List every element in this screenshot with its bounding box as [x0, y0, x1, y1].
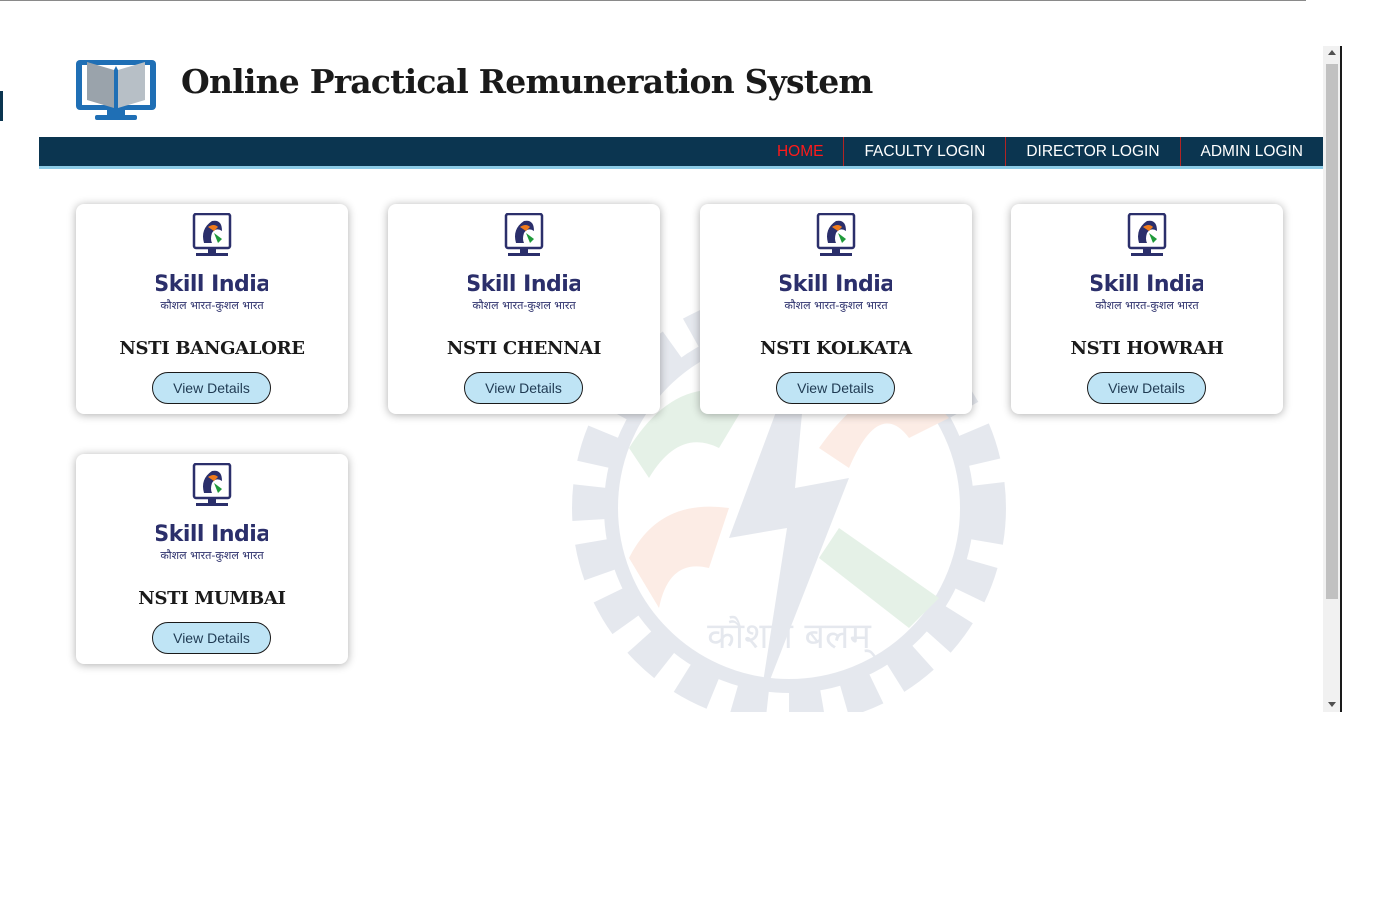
skill-india-tagline-text: कौशल भारत-कुशल भारत — [1095, 299, 1199, 312]
skill-india-tagline-text: कौशल भारत-कुशल भारत — [160, 549, 264, 562]
page-title: Online Practical Remuneration System — [181, 62, 873, 101]
left-edge-marker — [0, 91, 3, 121]
view-details-button[interactable]: View Details — [152, 372, 271, 404]
skill-india-logo-icon: Skill India कौशल भारत-कुशल भारत — [468, 213, 580, 312]
skill-india-tagline-text: कौशल भारत-कुशल भारत — [160, 299, 264, 312]
card-title: NSTI HOWRAH — [1070, 338, 1224, 359]
card-title: NSTI MUMBAI — [138, 588, 286, 609]
nav-home[interactable]: HOME — [757, 137, 844, 166]
card-nsti-chennai: Skill India कौशल भारत-कुशल भारत NSTI CHEN… — [388, 204, 660, 414]
main-navbar: HOME FACULTY LOGIN DIRECTOR LOGIN ADMIN … — [39, 137, 1323, 169]
window-top-border — [0, 0, 1306, 1]
card-nsti-bangalore: Skill India कौशल भारत-कुशल भारत NSTI BANG… — [76, 204, 348, 414]
scrollbar-thumb[interactable] — [1326, 64, 1338, 599]
skill-india-logo-icon: Skill India कौशल भारत-कुशल भारत — [1091, 213, 1203, 312]
card-nsti-howrah: Skill India कौशल भारत-कुशल भारत NSTI HOWR… — [1011, 204, 1283, 414]
view-details-button[interactable]: View Details — [1087, 372, 1206, 404]
card-nsti-kolkata: Skill India कौशल भारत-कुशल भारत NSTI KOLK… — [700, 204, 972, 414]
skill-india-brand-text: Skill India — [156, 272, 268, 297]
nav-admin-login[interactable]: ADMIN LOGIN — [1179, 137, 1323, 166]
page-frame: कौशलं बलम् Online Practical Remuneration… — [39, 46, 1342, 712]
skill-india-brand-text: Skill India — [1091, 272, 1203, 297]
view-details-button[interactable]: View Details — [152, 622, 271, 654]
skill-india-logo-icon: Skill India कौशल भारत-कुशल भारत — [780, 213, 892, 312]
skill-india-tagline-text: कौशल भारत-कुशल भारत — [472, 299, 576, 312]
view-details-button[interactable]: View Details — [464, 372, 583, 404]
card-title: NSTI BANGALORE — [119, 338, 305, 359]
card-title: NSTI KOLKATA — [760, 338, 912, 359]
nav-director-login[interactable]: DIRECTOR LOGIN — [1005, 137, 1179, 166]
vertical-scrollbar[interactable] — [1323, 46, 1342, 712]
nav-faculty-login[interactable]: FACULTY LOGIN — [843, 137, 1005, 166]
book-monitor-icon — [76, 60, 156, 120]
skill-india-logo-icon: Skill India कौशल भारत-कुशल भारत — [156, 213, 268, 312]
skill-india-brand-text: Skill India — [468, 272, 580, 297]
card-nsti-mumbai: Skill India कौशल भारत-कुशल भारत NSTI MUMB… — [76, 454, 348, 664]
skill-india-brand-text: Skill India — [780, 272, 892, 297]
watermark-text: कौशलं बलम् — [707, 615, 876, 658]
scroll-down-arrow-icon[interactable] — [1328, 702, 1336, 707]
card-title: NSTI CHENNAI — [446, 338, 602, 359]
skill-india-logo-icon: Skill India कौशल भारत-कुशल भारत — [156, 463, 268, 562]
scroll-up-arrow-icon[interactable] — [1328, 50, 1336, 55]
view-details-button[interactable]: View Details — [776, 372, 895, 404]
skill-india-brand-text: Skill India — [156, 522, 268, 547]
skill-india-tagline-text: कौशल भारत-कुशल भारत — [784, 299, 888, 312]
